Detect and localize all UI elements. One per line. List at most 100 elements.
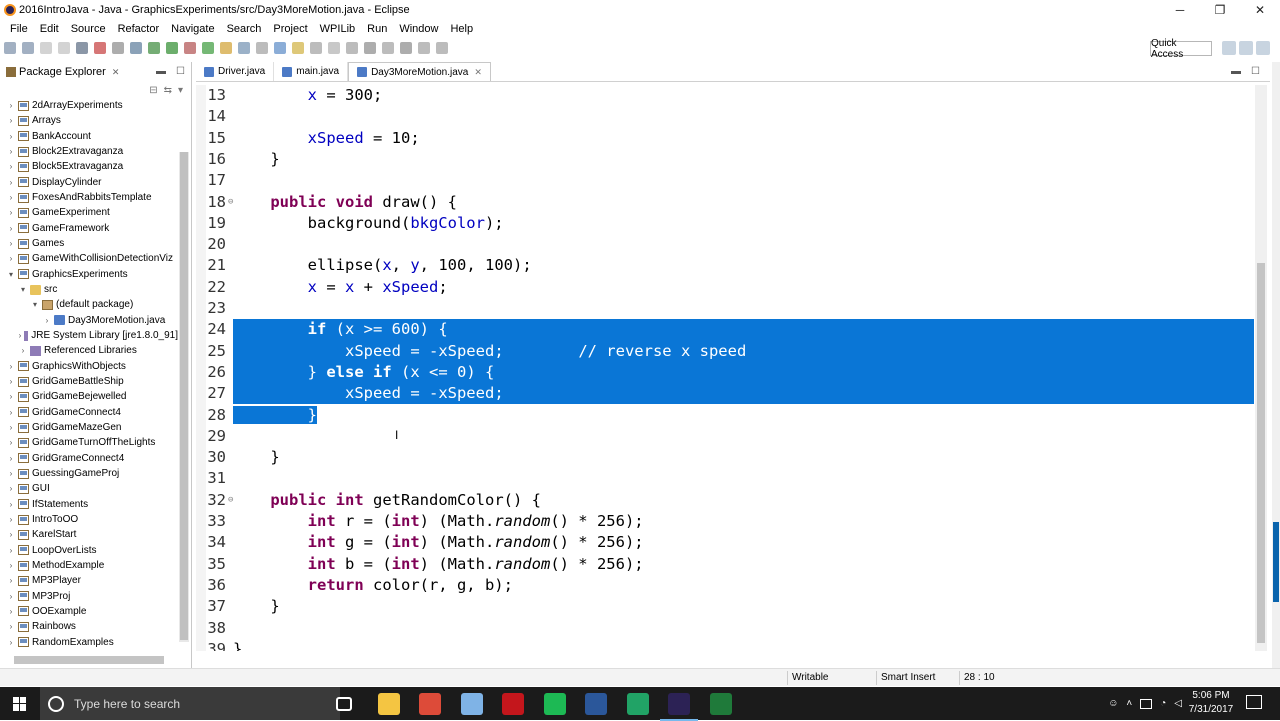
show-hidden-icon[interactable]: ˄ bbox=[1126, 698, 1132, 709]
collapsed-arrow-icon[interactable]: › bbox=[6, 162, 16, 171]
tree-project[interactable]: › 2dArrayExperiments bbox=[0, 98, 178, 113]
toolbar-icon[interactable] bbox=[112, 42, 124, 54]
collapsed-arrow-icon[interactable]: › bbox=[6, 147, 16, 156]
collapsed-arrow-icon[interactable]: › bbox=[6, 101, 16, 110]
code-line[interactable]: 16 } bbox=[196, 149, 1254, 170]
toolbar-icon[interactable] bbox=[148, 42, 160, 54]
code-line[interactable]: 25 xSpeed = -xSpeed; // reverse x speed bbox=[196, 341, 1254, 362]
tree-project[interactable]: › GridGameMazeGen bbox=[0, 420, 178, 435]
tree-project[interactable]: › IntroToOO bbox=[0, 512, 178, 527]
greenfoot-icon[interactable] bbox=[709, 693, 732, 715]
code-line[interactable]: 30 } bbox=[196, 447, 1254, 468]
menu-help[interactable]: Help bbox=[444, 23, 479, 35]
code-line[interactable]: 18 ⊖ public void draw() { bbox=[196, 192, 1254, 213]
java-perspective-icon[interactable] bbox=[1256, 41, 1270, 55]
menu-navigate[interactable]: Navigate bbox=[165, 23, 220, 35]
tree-project[interactable]: › GridGameBejewelled bbox=[0, 389, 178, 404]
collapsed-arrow-icon[interactable]: › bbox=[6, 239, 16, 248]
menu-project[interactable]: Project bbox=[267, 23, 313, 35]
code-line[interactable]: 20 bbox=[196, 234, 1254, 255]
expanded-arrow-icon[interactable]: ▾ bbox=[18, 285, 28, 294]
java-ee-perspective-icon[interactable] bbox=[1239, 41, 1253, 55]
tree-project[interactable]: › MP3Player bbox=[0, 573, 178, 588]
excel-icon[interactable] bbox=[626, 693, 649, 715]
expanded-arrow-icon[interactable]: ▾ bbox=[30, 300, 40, 309]
collapsed-arrow-icon[interactable]: › bbox=[6, 561, 16, 570]
menu-file[interactable]: File bbox=[4, 23, 34, 35]
code-line[interactable]: 23 bbox=[196, 298, 1254, 319]
tree-project[interactable]: › LoopOverLists bbox=[0, 543, 178, 558]
tree-project[interactable]: › OOExample bbox=[0, 604, 178, 619]
collapsed-arrow-icon[interactable]: › bbox=[6, 454, 16, 463]
package-explorer-hscrollbar[interactable] bbox=[14, 656, 164, 664]
notification-center-icon[interactable] bbox=[1246, 695, 1262, 709]
collapsed-arrow-icon[interactable]: › bbox=[6, 469, 16, 478]
code-line[interactable]: 29 bbox=[196, 426, 1254, 447]
menu-source[interactable]: Source bbox=[65, 23, 112, 35]
toolbar-icon[interactable] bbox=[202, 42, 214, 54]
code-line[interactable]: 26 } else if (x <= 0) { bbox=[196, 362, 1254, 383]
toolbar-icon[interactable] bbox=[382, 42, 394, 54]
toolbar-icon[interactable] bbox=[4, 42, 16, 54]
taskbar-clock[interactable]: 5:06 PM 7/31/2017 bbox=[1180, 689, 1242, 717]
code-line[interactable]: 34 int g = (int) (Math.random() * 256); bbox=[196, 532, 1254, 553]
tree-project[interactable]: › GridGameConnect4 bbox=[0, 405, 178, 420]
link-editor-icon[interactable]: ⇆ bbox=[164, 85, 172, 96]
tree-project[interactable]: › GridGrameConnect4 bbox=[0, 451, 178, 466]
tree-project[interactable]: › GraphicsWithObjects bbox=[0, 359, 178, 374]
close-view-icon[interactable]: ✕ bbox=[112, 67, 120, 78]
code-line[interactable]: 39} bbox=[196, 639, 1254, 651]
expanded-arrow-icon[interactable]: ▾ bbox=[6, 270, 16, 279]
code-line[interactable]: 31 bbox=[196, 468, 1254, 489]
toolbar-icon[interactable] bbox=[220, 42, 232, 54]
maximize-view-icon[interactable]: ☐ bbox=[176, 66, 185, 77]
code-line[interactable]: 15 xSpeed = 10; bbox=[196, 128, 1254, 149]
acrobat-icon[interactable] bbox=[502, 693, 524, 715]
file-explorer-icon[interactable] bbox=[377, 693, 400, 715]
maximize-button[interactable]: ❐ bbox=[1200, 0, 1240, 20]
collapsed-arrow-icon[interactable]: › bbox=[6, 638, 16, 647]
collapsed-arrow-icon[interactable]: › bbox=[6, 132, 16, 141]
spotify-icon[interactable] bbox=[543, 693, 566, 715]
tree-project[interactable]: › MethodExample bbox=[0, 558, 178, 573]
tree-project[interactable]: › DisplayCylinder bbox=[0, 175, 178, 190]
tree-project[interactable]: › GameWithCollisionDetectionViz bbox=[0, 251, 178, 266]
code-line[interactable]: 27 xSpeed = -xSpeed; bbox=[196, 383, 1254, 404]
toolbar-icon[interactable] bbox=[292, 42, 304, 54]
menu-refactor[interactable]: Refactor bbox=[112, 23, 166, 35]
toolbar-icon[interactable] bbox=[238, 42, 250, 54]
code-line[interactable]: 33 int r = (int) (Math.random() * 256); bbox=[196, 511, 1254, 532]
network-icon[interactable]: ◔ bbox=[1160, 698, 1166, 709]
collapsed-arrow-icon[interactable]: › bbox=[6, 408, 16, 417]
collapsed-arrow-icon[interactable]: › bbox=[18, 331, 22, 340]
toolbar-icon[interactable] bbox=[22, 42, 34, 54]
tree-project[interactable]: › GridGameBattleShip bbox=[0, 374, 178, 389]
collapsed-arrow-icon[interactable]: › bbox=[6, 178, 16, 187]
tree-project[interactable]: › MP3Proj bbox=[0, 589, 178, 604]
tree-project[interactable]: › GuessingGameProj bbox=[0, 466, 178, 481]
open-perspective-icon[interactable] bbox=[1222, 41, 1236, 55]
tree-project[interactable]: › FoxesAndRabbitsTemplate bbox=[0, 190, 178, 205]
code-line[interactable]: 14 bbox=[196, 106, 1254, 127]
menu-wpilib[interactable]: WPILib bbox=[314, 23, 361, 35]
tree-project[interactable]: › Rainbows bbox=[0, 619, 178, 634]
menu-edit[interactable]: Edit bbox=[34, 23, 65, 35]
code-line[interactable]: 37 } bbox=[196, 596, 1254, 617]
code-line[interactable]: 17 bbox=[196, 170, 1254, 191]
menu-search[interactable]: Search bbox=[221, 23, 268, 35]
collapsed-arrow-icon[interactable]: › bbox=[6, 515, 16, 524]
tree-project[interactable]: › GridGameTurnOffTheLights bbox=[0, 435, 178, 450]
task-view-icon[interactable] bbox=[336, 697, 352, 711]
minimize-editor-icon[interactable]: ▬ bbox=[1231, 66, 1241, 77]
tree-jar[interactable]: › JRE System Library [jre1.8.0_91] bbox=[0, 328, 178, 343]
editor-vscrollbar[interactable] bbox=[1255, 85, 1267, 651]
collapsed-arrow-icon[interactable]: › bbox=[6, 607, 16, 616]
tab-day3moremotion[interactable]: Day3MoreMotion.java ✕ bbox=[348, 62, 491, 81]
tree-file[interactable]: › Day3MoreMotion.java bbox=[0, 313, 178, 328]
toolbar-icon[interactable] bbox=[436, 42, 448, 54]
tree-project[interactable]: › Block2Extravaganza bbox=[0, 144, 178, 159]
code-line[interactable]: 24 if (x >= 600) { bbox=[196, 319, 1254, 340]
word-icon[interactable] bbox=[585, 693, 607, 715]
battery-icon[interactable] bbox=[1140, 698, 1153, 709]
maximize-editor-icon[interactable]: ☐ bbox=[1251, 66, 1260, 77]
